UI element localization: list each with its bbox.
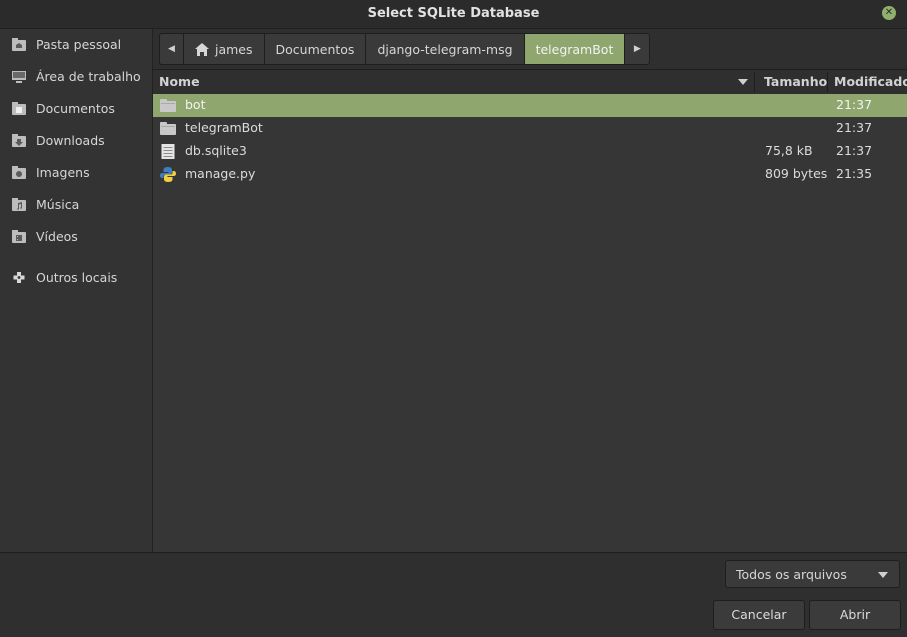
breadcrumb-django-telegram-msg[interactable]: django-telegram-msg <box>366 34 525 64</box>
filter-selected-value: Todos os arquivos <box>736 567 847 582</box>
cancel-button[interactable]: Cancelar <box>713 600 805 630</box>
desktop-icon <box>12 71 26 83</box>
file-name: telegramBot <box>185 120 263 135</box>
plus-icon <box>13 272 25 283</box>
documents-folder-icon <box>12 102 26 115</box>
breadcrumb-label: Documentos <box>275 41 355 57</box>
column-header-modified[interactable]: Modificado <box>834 74 907 89</box>
home-icon <box>195 42 209 56</box>
breadcrumb-label: james <box>215 41 253 57</box>
filter-bar: Todos os arquivos <box>0 552 907 596</box>
chevron-down-icon <box>878 572 888 578</box>
folder-icon <box>160 122 176 135</box>
breadcrumb-label: telegramBot <box>535 41 614 57</box>
file-name: manage.py <box>185 166 256 181</box>
breadcrumb-label: django-telegram-msg <box>377 41 513 57</box>
sidebar-item-label: Documentos <box>36 101 115 116</box>
breadcrumb-home[interactable]: james <box>184 34 265 64</box>
path-bar: ◀ james Documentos django-telegram-msg t… <box>159 33 651 65</box>
sidebar-item-label: Downloads <box>36 133 105 148</box>
file-list-header: Nome Tamanho Modificado <box>153 70 907 95</box>
file-row[interactable]: bot 21:37 <box>153 94 907 117</box>
column-header-name[interactable]: Nome <box>159 74 200 89</box>
sidebar-item-label: Outros locais <box>36 270 118 285</box>
places-sidebar: Pasta pessoal Área de trabalho Documento… <box>0 29 153 552</box>
home-folder-icon <box>12 38 26 51</box>
dialog-actions: Cancelar Abrir <box>0 595 907 637</box>
folder-icon <box>160 99 176 112</box>
sidebar-item-label: Área de trabalho <box>36 69 141 84</box>
sidebar-item-music[interactable]: Música <box>0 189 152 221</box>
sidebar-item-documents[interactable]: Documentos <box>0 93 152 125</box>
python-file-icon <box>160 167 176 182</box>
file-modified: 21:37 <box>836 143 873 158</box>
file-row[interactable]: manage.py 809 bytes 21:35 <box>153 163 907 186</box>
sidebar-item-other-locations[interactable]: Outros locais <box>0 262 152 294</box>
sidebar-item-pictures[interactable]: Imagens <box>0 157 152 189</box>
database-file-icon <box>161 144 175 159</box>
sidebar-item-label: Imagens <box>36 165 90 180</box>
sidebar-item-label: Pasta pessoal <box>36 37 122 52</box>
file-type-filter-select[interactable]: Todos os arquivos <box>725 560 900 588</box>
title-bar: Select SQLite Database ✕ <box>0 0 907 29</box>
path-scroll-left-button[interactable]: ◀ <box>160 34 184 64</box>
music-folder-icon <box>12 198 26 211</box>
file-modified: 21:35 <box>836 166 873 181</box>
window-title: Select SQLite Database <box>367 6 540 21</box>
sidebar-item-videos[interactable]: Vídeos <box>0 221 152 253</box>
file-row[interactable]: telegramBot 21:37 <box>153 117 907 140</box>
sidebar-item-desktop[interactable]: Área de trabalho <box>0 61 152 93</box>
breadcrumb-telegrambot[interactable]: telegramBot <box>524 34 626 64</box>
sidebar-item-label: Música <box>36 197 80 212</box>
sort-descending-icon <box>738 79 748 85</box>
file-modified: 21:37 <box>836 120 873 135</box>
file-name: db.sqlite3 <box>185 143 247 158</box>
sidebar-item-downloads[interactable]: Downloads <box>0 125 152 157</box>
file-modified: 21:37 <box>836 97 873 112</box>
open-button[interactable]: Abrir <box>809 600 901 630</box>
close-icon[interactable]: ✕ <box>882 6 896 20</box>
downloads-folder-icon <box>12 134 26 147</box>
file-name: bot <box>185 97 206 112</box>
path-scroll-right-button[interactable]: ▶ <box>625 34 649 64</box>
file-size: 809 bytes <box>765 166 828 181</box>
breadcrumb-documentos[interactable]: Documentos <box>265 34 367 64</box>
file-list: Nome Tamanho Modificado bot 21:37 telegr… <box>153 69 907 553</box>
file-size: 75,8 kB <box>765 143 813 158</box>
sidebar-item-home[interactable]: Pasta pessoal <box>0 29 152 61</box>
pictures-folder-icon <box>12 166 26 179</box>
sidebar-item-label: Vídeos <box>36 229 78 244</box>
file-row[interactable]: db.sqlite3 75,8 kB 21:37 <box>153 140 907 163</box>
column-header-size[interactable]: Tamanho <box>764 74 827 89</box>
videos-folder-icon <box>12 230 26 243</box>
